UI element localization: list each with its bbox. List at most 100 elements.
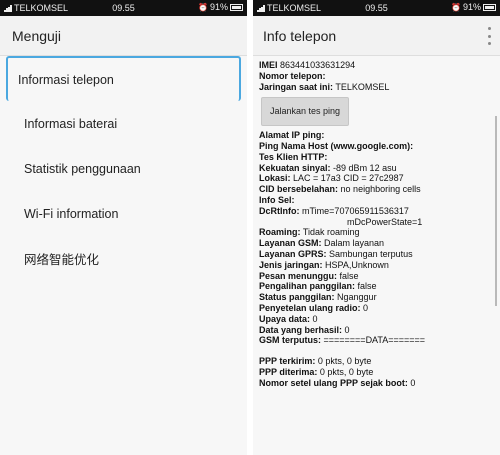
row-label: Penyetelan ulang radio:	[259, 302, 361, 313]
row-value: 863441033631294	[280, 60, 356, 70]
info-row: Roaming: Tidak roaming	[259, 227, 488, 238]
info-row: PPP terkirim: 0 pkts, 0 byte	[259, 356, 488, 367]
current-network-row: Jaringan saat ini: TELKOMSEL	[259, 82, 488, 93]
info-row: CID bersebelahan: no neighboring cells	[259, 184, 488, 195]
menu-item-wifi-info[interactable]: Wi-Fi information	[6, 191, 241, 236]
info-row: Upaya data: 0	[259, 314, 488, 325]
menu-item-phone-info[interactable]: Informasi telepon	[6, 56, 241, 101]
row-value: 0 pkts, 0 byte	[319, 366, 374, 377]
row-value: 0	[312, 313, 318, 324]
alarm-icon: ⏰	[451, 2, 461, 12]
info-row: Alamat IP ping:	[259, 130, 488, 141]
row-label: Roaming:	[259, 227, 301, 238]
info-row: Kekuatan sinyal: -89 dBm 12 asu	[259, 163, 488, 174]
scrollbar[interactable]	[495, 116, 497, 306]
row-label: Data yang berhasil:	[259, 324, 343, 335]
row-value: Dalam layanan	[324, 238, 385, 249]
info-row: Pengalihan panggilan: false	[259, 281, 488, 292]
row-label: Info Sel:	[259, 194, 295, 205]
row-label: Jenis jaringan:	[259, 259, 323, 270]
overflow-menu-icon[interactable]	[488, 27, 492, 45]
row-label: Pengalihan panggilan:	[259, 281, 356, 292]
row-value: TELKOMSEL	[335, 81, 390, 92]
row-value: false	[357, 281, 377, 292]
row-label: Ping Nama Host (www.google.com):	[259, 140, 414, 151]
row-value: LAC = 17a3 CID = 27c2987	[293, 173, 404, 184]
status-bar: TELKOMSEL 09.55 ⏰ 91%	[253, 0, 500, 16]
menu-item-label: Statistik penggunaan	[24, 161, 141, 176]
row-label: CID bersebelahan:	[259, 184, 339, 195]
row-value: HSPA,Unknown	[325, 259, 389, 270]
row-label: PPP terkirim:	[259, 356, 316, 367]
row-label: IMEI	[259, 60, 278, 70]
menu-item-label: Informasi baterai	[24, 116, 118, 131]
info-row: Layanan GSM: Dalam layanan	[259, 238, 488, 249]
row-label: Jaringan saat ini:	[259, 81, 334, 92]
row-value: Sambungan terputus	[329, 248, 413, 259]
battery-percent: 91%	[462, 2, 481, 12]
alarm-icon: ⏰	[198, 2, 208, 12]
battery-icon	[230, 3, 243, 11]
row-label: Kekuatan sinyal:	[259, 162, 331, 173]
info-row: Lokasi: LAC = 17a3 CID = 27c2987	[259, 173, 488, 184]
row-value: Nganggur	[337, 292, 377, 303]
info-row: Tes Klien HTTP:	[259, 152, 488, 163]
menu-item-label: 网络智能优化	[24, 253, 100, 267]
phone-info-screen: TELKOMSEL 09.55 ⏰ 91% Info telepon IMEI …	[253, 0, 500, 455]
menu-item-label: Informasi telepon	[18, 72, 114, 87]
info-row: Data yang berhasil: 0	[259, 325, 488, 336]
page-title: Menguji	[12, 28, 62, 44]
dcrt-info-continuation: mDcPowerState=1	[347, 216, 423, 227]
info-row: Pesan menunggu: false	[259, 271, 488, 282]
page-title: Info telepon	[263, 28, 337, 44]
row-value: false	[339, 270, 359, 281]
row-label: Status panggilan:	[259, 292, 335, 303]
battery-percent: 91%	[209, 2, 228, 12]
info-row: Nomor setel ulang PPP sejak boot: 0	[259, 378, 488, 389]
battery-icon	[483, 3, 496, 11]
phone-info-content: IMEI 863441033631294 Nomor telepon: Jari…	[253, 56, 500, 389]
row-value: 0	[363, 302, 369, 313]
app-bar: Menguji	[0, 16, 247, 56]
battery-status: ⏰ 91%	[198, 2, 243, 12]
info-row: DcRtInfo: mTime=707065911536317	[259, 206, 488, 217]
row-label: Upaya data:	[259, 313, 311, 324]
row-label: Nomor telepon:	[259, 70, 326, 81]
row-value: -89 dBm 12 asu	[333, 162, 397, 173]
battery-status: ⏰ 91%	[451, 2, 496, 12]
row-label: Lokasi:	[259, 173, 291, 184]
row-label: Layanan GPRS:	[259, 248, 327, 259]
imei-row: IMEI 863441033631294	[259, 60, 488, 71]
status-bar: TELKOMSEL 09.55 ⏰ 91%	[0, 0, 247, 16]
menu-item-network-optimization[interactable]: 网络智能优化	[6, 236, 241, 281]
app-bar: Info telepon	[253, 16, 500, 56]
info-row: Info Sel:	[259, 195, 488, 206]
row-value: no neighboring cells	[340, 184, 421, 195]
info-row: PPP diterima: 0 pkts, 0 byte	[259, 367, 488, 378]
menu-list: Informasi telepon Informasi baterai Stat…	[0, 56, 247, 281]
menu-item-label: Wi-Fi information	[24, 206, 119, 221]
row-value: 0 pkts, 0 byte	[317, 356, 372, 367]
info-row: Layanan GPRS: Sambungan terputus	[259, 249, 488, 260]
row-label: Tes Klien HTTP:	[259, 151, 328, 162]
row-label: DcRtInfo:	[259, 205, 300, 216]
row-label: PPP diterima:	[259, 366, 318, 377]
row-value: 0	[410, 377, 416, 388]
row-value: 0	[344, 324, 350, 335]
info-row: Jenis jaringan: HSPA,Unknown	[259, 260, 488, 271]
row-label: Alamat IP ping:	[259, 130, 325, 141]
row-label: GSM terputus:	[259, 335, 321, 346]
info-row: Status panggilan: Nganggur	[259, 292, 488, 303]
phone-number-row: Nomor telepon:	[259, 71, 488, 82]
row-label: Pesan menunggu:	[259, 270, 338, 281]
menu-item-battery-info[interactable]: Informasi baterai	[6, 101, 241, 146]
row-label: Layanan GSM:	[259, 238, 322, 249]
row-value: mTime=707065911536317	[302, 205, 409, 216]
menu-item-usage-stats[interactable]: Statistik penggunaan	[6, 146, 241, 191]
testing-screen: TELKOMSEL 09.55 ⏰ 91% Menguji Informasi …	[0, 0, 247, 455]
row-value: ========DATA=======	[323, 335, 426, 346]
row-value: Tidak roaming	[302, 227, 360, 238]
info-row: GSM terputus: ========DATA=======	[259, 335, 488, 346]
run-ping-test-button[interactable]: Jalankan tes ping	[261, 97, 350, 127]
